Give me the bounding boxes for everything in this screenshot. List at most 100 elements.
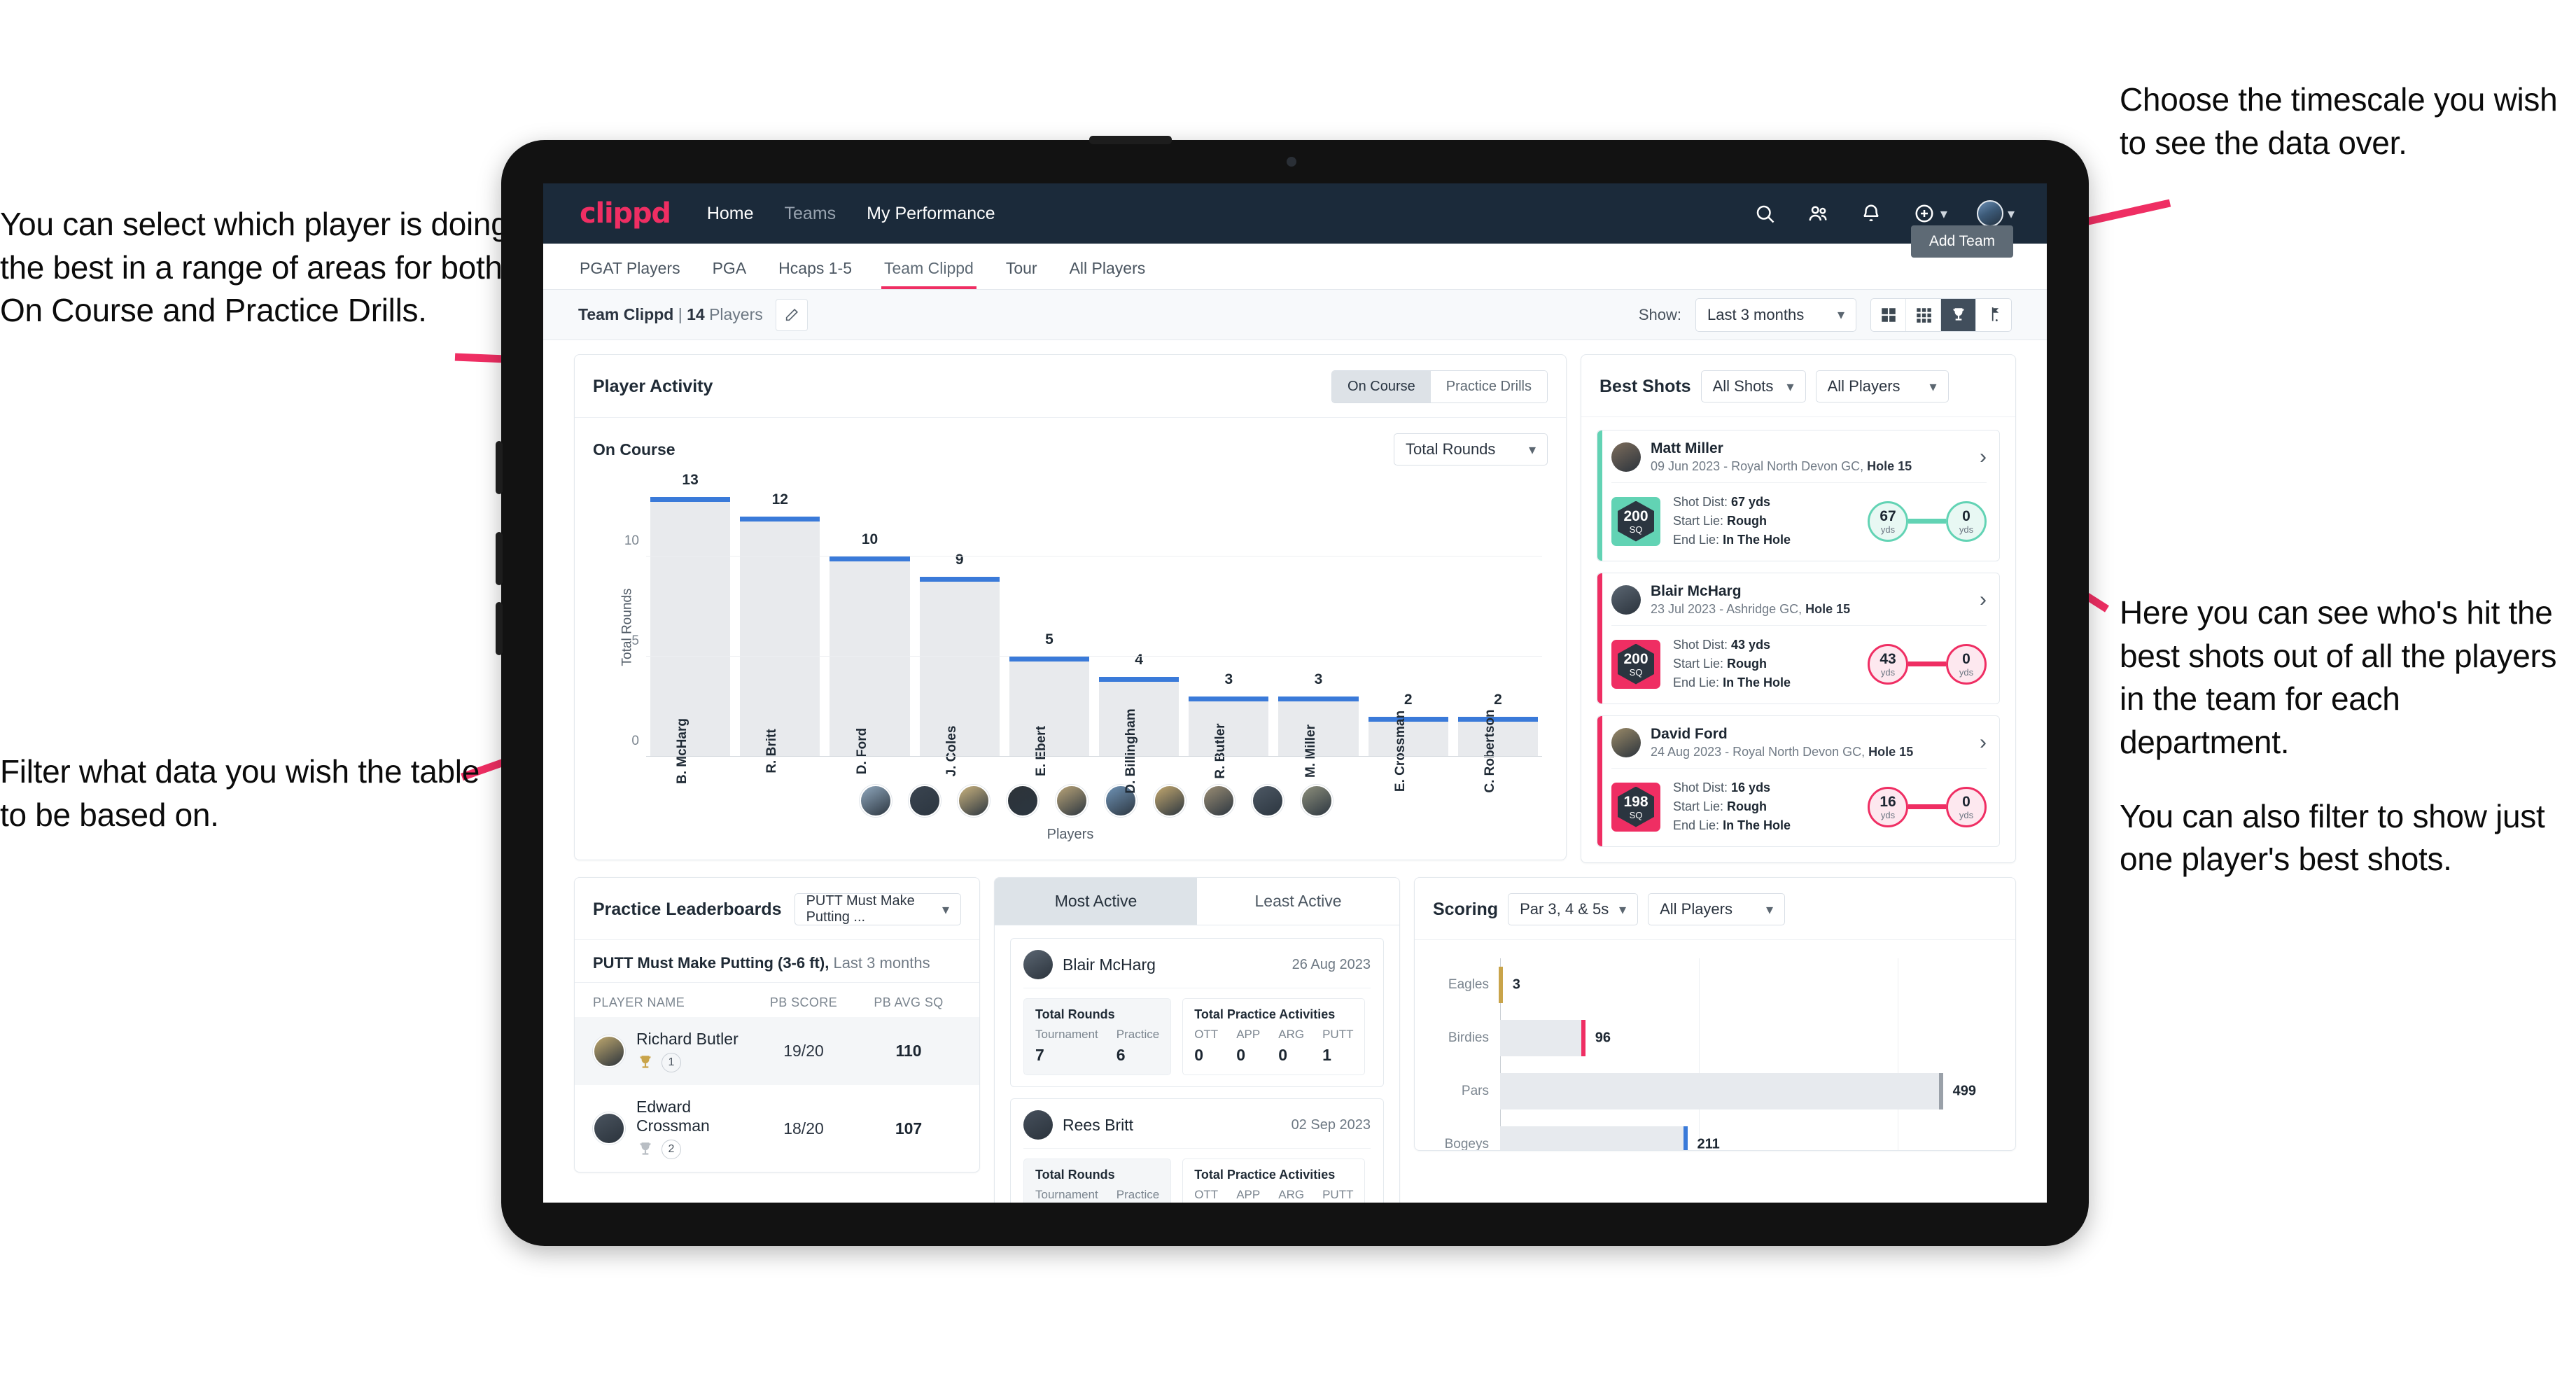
best-shot-card[interactable]: Matt Miller 09 Jun 2023 - Royal North Dev…: [1597, 430, 2000, 561]
player-avatar[interactable]: [1154, 785, 1186, 817]
tab-team-clippd[interactable]: Team Clippd: [881, 259, 976, 289]
rounds-stats: Tournament 7 Practice 6: [1035, 1028, 1159, 1065]
bar[interactable]: C. Robertson: [1457, 709, 1539, 793]
metric-select[interactable]: Total Rounds ▾: [1394, 433, 1548, 465]
bar[interactable]: M. Miller: [1278, 696, 1359, 778]
tab-most-active[interactable]: Most Active: [995, 878, 1197, 925]
table-row[interactable]: Edward Crossman 2 18/20 107: [575, 1085, 979, 1172]
volume-down-button: [496, 532, 503, 585]
toggle-on-course[interactable]: On Course: [1332, 371, 1431, 402]
chart-bar-group[interactable]: 9 J. Coles: [919, 477, 1000, 776]
tab-all-players[interactable]: All Players: [1070, 259, 1146, 289]
y-axis-tick: 10: [624, 533, 639, 549]
player-activity-card: Player Activity On Course Practice Drill…: [574, 354, 1567, 860]
timescale-select[interactable]: Last 3 months ▾: [1695, 298, 1856, 332]
plus-circle-icon[interactable]: [1912, 202, 1936, 225]
shot-type-select[interactable]: All Shots ▾: [1700, 370, 1806, 402]
chevron-right-icon[interactable]: ›: [1980, 732, 1987, 753]
tab-pgat-players[interactable]: PGAT Players: [580, 259, 680, 289]
toggle-practice-drills[interactable]: Practice Drills: [1430, 371, 1547, 402]
chart-bar-group[interactable]: 13 B. McHarg: [650, 472, 731, 784]
distance-end: 0 yds: [1946, 500, 1987, 542]
chart-bar-group[interactable]: 2 C. Robertson: [1457, 477, 1539, 793]
nav-link-my-performance[interactable]: My Performance: [867, 204, 995, 224]
profile-menu[interactable]: ▾: [1976, 200, 2015, 227]
player-avatar[interactable]: [860, 785, 892, 817]
distance-diagram: 43 yds 0 yds: [1868, 643, 1987, 685]
bar[interactable]: E. Crossman: [1368, 710, 1448, 792]
start-lie-line: Start Lie: Rough: [1673, 657, 1768, 671]
practice-stat: PUTT0: [1322, 1188, 1353, 1203]
bar[interactable]: R. Butler: [1189, 696, 1269, 779]
player-avatar[interactable]: [1056, 785, 1088, 817]
scoring-bar-cap: [1498, 967, 1503, 1003]
chart-bar-group[interactable]: 10 D. Ford: [830, 477, 910, 774]
chart-bar-group[interactable]: 5 E. Ebert: [1009, 477, 1090, 776]
shot-meta: 23 Jul 2023 - Ashridge GC, Hole 15: [1651, 602, 1851, 616]
flag-icon[interactable]: [1976, 299, 2011, 331]
plus-circle-menu[interactable]: ▾: [1912, 202, 1947, 225]
chart-bar-group[interactable]: 3 M. Miller: [1278, 477, 1359, 778]
top-navigation-bar: clippd Home Teams My Performance ▾ ▾: [543, 183, 2047, 244]
player-avatar[interactable]: [1203, 785, 1235, 817]
x-axis-line: [646, 756, 1542, 757]
tab-tour[interactable]: Tour: [1006, 259, 1037, 289]
nav-link-home[interactable]: Home: [707, 204, 754, 224]
people-icon[interactable]: [1806, 202, 1830, 225]
scoring-chart: Eagles 3 Birdies 96 Pars 499 Bogeys 211: [1415, 940, 2015, 1150]
tab-hcaps-1-5[interactable]: Hcaps 1-5: [778, 259, 852, 289]
trophy-icon[interactable]: [1941, 298, 1976, 331]
bar[interactable]: R. Britt: [740, 517, 820, 774]
drill-select[interactable]: PUTT Must Make Putting ... ▾: [794, 893, 961, 925]
best-shot-header: Matt Miller 09 Jun 2023 - Royal North Dev…: [1611, 440, 1987, 483]
best-shot-card[interactable]: Blair McHarg 23 Jul 2023 - Ashridge GC, H…: [1597, 573, 2000, 704]
grid-large-icon[interactable]: [1871, 298, 1906, 331]
activity-card-item[interactable]: Blair McHarg 26 Aug 2023 Total Rounds Tourn…: [1010, 938, 1384, 1087]
player-avatar[interactable]: [1301, 785, 1333, 817]
activity-card-item[interactable]: Rees Britt 02 Sep 2023 Total Rounds Tournam…: [1010, 1098, 1384, 1203]
best-shot-card[interactable]: David Ford 24 Aug 2023 - Royal North Devo…: [1597, 715, 2000, 847]
chart-bar-group[interactable]: 4 D. Billingham: [1099, 477, 1180, 794]
tab-pga[interactable]: PGA: [713, 259, 747, 289]
player-avatar[interactable]: [1007, 785, 1039, 817]
chart-bar-group[interactable]: 3 R. Butler: [1189, 477, 1269, 779]
chevron-right-icon[interactable]: ›: [1980, 447, 1987, 468]
player-avatar[interactable]: [909, 785, 941, 817]
avatar: [1611, 585, 1641, 615]
toolbar-right-controls: Show: Last 3 months ▾: [1639, 298, 2012, 332]
shot-quality-badge: 198 SQ: [1611, 782, 1660, 832]
best-shot-body: 200 SQ Shot Dist: 43 yds Start Lie: Rough En…: [1611, 626, 1987, 692]
page-title: Player Activity: [593, 377, 713, 396]
y-axis-label: Total Rounds: [620, 588, 635, 666]
add-team-button[interactable]: Add Team: [1910, 225, 2013, 258]
player-name: Blair McHarg: [1063, 955, 1156, 974]
practice-stats: OTT 0 APP 0 ARG 0 PUTT 1: [1194, 1028, 1353, 1065]
player-avatar[interactable]: [1252, 785, 1284, 817]
player-avatar[interactable]: [958, 785, 990, 817]
bar-cap: [1278, 696, 1359, 702]
bell-icon[interactable]: [1859, 202, 1883, 225]
chevron-right-icon[interactable]: ›: [1980, 589, 1987, 610]
best-shot-header: Blair McHarg 23 Jul 2023 - Ashridge GC, H…: [1611, 583, 1987, 626]
column-pb-avg-sq: PB AVG SQ: [874, 995, 944, 1009]
bar[interactable]: D. Billingham: [1099, 676, 1180, 794]
pencil-icon[interactable]: [775, 298, 808, 331]
stat-key: APP: [1236, 1028, 1261, 1041]
bar[interactable]: E. Ebert: [1009, 657, 1090, 776]
bar[interactable]: B. McHarg: [650, 496, 731, 784]
par-filter-select[interactable]: Par 3, 4 & 5s ▾: [1508, 893, 1639, 925]
grid-small-icon[interactable]: [1906, 298, 1941, 331]
bar[interactable]: J. Coles: [919, 576, 1000, 776]
chart-bar-group[interactable]: 2 E. Crossman: [1368, 477, 1448, 792]
pb-score-cell: 19/20: [783, 1042, 824, 1060]
player-filter-select[interactable]: All Players ▾: [1815, 370, 1949, 402]
shot-distance-line: Shot Dist: 16 yds: [1673, 780, 1771, 794]
search-icon[interactable]: [1753, 202, 1777, 225]
table-row[interactable]: Richard Butler 1 19/20 110: [575, 1017, 979, 1085]
avatar[interactable]: [1976, 200, 2003, 227]
chart-bar-group[interactable]: 12 R. Britt: [740, 477, 820, 774]
clippd-logo[interactable]: clippd: [580, 197, 671, 230]
nav-link-teams[interactable]: Teams: [785, 204, 836, 224]
scoring-player-select[interactable]: All Players ▾: [1648, 893, 1786, 925]
tab-least-active[interactable]: Least Active: [1197, 878, 1399, 925]
